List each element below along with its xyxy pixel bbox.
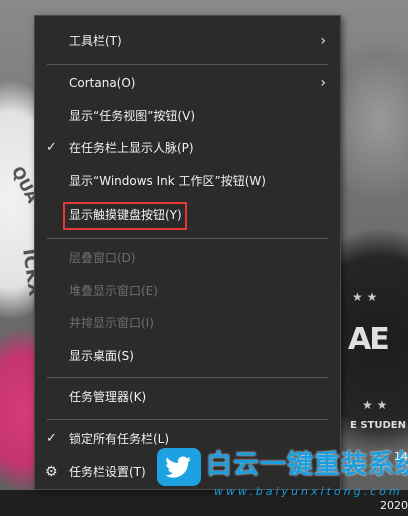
menu-item-label: 并排显示窗口(I) bbox=[69, 316, 154, 330]
menu-separator bbox=[47, 238, 328, 239]
menu-item-label: 任务栏设置(T) bbox=[69, 465, 146, 479]
checkmark-icon: ✓ bbox=[46, 431, 57, 446]
menu-item-stack-windows: 堆叠显示窗口(E) bbox=[35, 276, 340, 306]
menu-separator bbox=[47, 377, 328, 378]
menu-item-show-windows-ink[interactable]: 显示“Windows Ink 工作区”按钮(W) bbox=[35, 166, 340, 196]
menu-item-side-by-side: 并排显示窗口(I) bbox=[35, 308, 340, 338]
menu-item-task-manager[interactable]: 任务管理器(K) bbox=[35, 382, 340, 412]
menu-item-cortana[interactable]: Cortana(O) › bbox=[35, 68, 340, 98]
menu-item-show-people[interactable]: ✓ 在任务栏上显示人脉(P) bbox=[35, 133, 340, 163]
watermark-url: www.baiyunxitong.com bbox=[214, 485, 403, 498]
taskbar-context-menu: 工具栏(T) › Cortana(O) › 显示“任务视图”按钮(V) ✓ 在任… bbox=[34, 15, 341, 490]
menu-item-label: 层叠窗口(D) bbox=[69, 251, 136, 265]
menu-item-label: Cortana(O) bbox=[69, 76, 136, 90]
bird-icon-glyph bbox=[166, 456, 191, 478]
wallpaper-text: E STUDEN bbox=[350, 420, 406, 431]
chevron-right-icon: › bbox=[320, 33, 326, 49]
menu-item-label: 堆叠显示窗口(E) bbox=[69, 284, 158, 298]
menu-item-label: 在任务栏上显示人脉(P) bbox=[69, 141, 194, 155]
bird-icon bbox=[157, 448, 201, 486]
taskbar-clock-date[interactable]: 2020 bbox=[380, 499, 408, 512]
menu-item-cascade-windows: 层叠窗口(D) bbox=[35, 243, 340, 273]
chevron-right-icon: › bbox=[320, 75, 326, 91]
wallpaper-text: AE bbox=[348, 322, 390, 357]
menu-item-show-task-view[interactable]: 显示“任务视图”按钮(V) bbox=[35, 101, 340, 131]
menu-item-label: 显示“任务视图”按钮(V) bbox=[69, 109, 196, 123]
menu-item-label: 任务管理器(K) bbox=[69, 390, 147, 404]
checkmark-icon: ✓ bbox=[46, 140, 57, 155]
watermark-title: 白云一键重装系统 bbox=[206, 450, 408, 480]
menu-item-label: 显示“Windows Ink 工作区”按钮(W) bbox=[69, 174, 266, 188]
gear-icon: ⚙ bbox=[45, 464, 58, 480]
watermark-logo: 白云一键重装系统 www.baiyunxitong.com bbox=[152, 444, 408, 516]
menu-item-show-desktop[interactable]: 显示桌面(S) bbox=[35, 341, 340, 371]
menu-item-label: 显示桌面(S) bbox=[69, 349, 134, 363]
menu-item-label: 工具栏(T) bbox=[69, 34, 122, 48]
taskbar-clock-time[interactable]: 14 bbox=[394, 450, 408, 463]
star-icon: ★ ★ bbox=[362, 398, 388, 412]
highlight-box bbox=[63, 202, 187, 230]
menu-separator bbox=[47, 64, 328, 65]
menu-item-toolbars[interactable]: 工具栏(T) › bbox=[35, 26, 340, 56]
star-icon: ★ ★ bbox=[352, 290, 378, 304]
menu-separator bbox=[47, 419, 328, 420]
